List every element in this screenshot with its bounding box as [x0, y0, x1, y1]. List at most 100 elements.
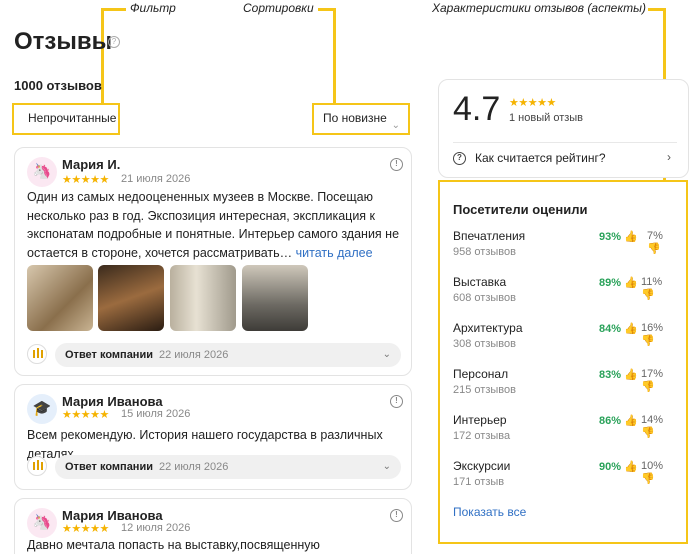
- rating-value: 4.7: [453, 90, 501, 128]
- review-text: Один из самых недооцененных музеев в Мос…: [27, 188, 407, 262]
- thumbs-up-icon: 👍: [624, 323, 638, 335]
- company-logo-icon: [27, 456, 47, 476]
- company-logo-icon: [27, 344, 47, 364]
- aspect-negative: 16%: [641, 322, 664, 334]
- review-stars: ★★★★★: [62, 523, 109, 535]
- avatar[interactable]: 🦄: [27, 157, 57, 187]
- aspect-count: 172 отзыва: [453, 430, 511, 442]
- aspect-count: 215 отзывов: [453, 384, 516, 396]
- question-circle-icon[interactable]: ?: [108, 36, 120, 48]
- chevron-right-icon: ›: [667, 150, 671, 164]
- info-icon[interactable]: !: [390, 509, 403, 522]
- thumbs-down-icon: 👎: [641, 289, 655, 301]
- aspect-negative: 7%: [647, 230, 663, 242]
- annotation-filter-line-h: [102, 8, 126, 11]
- new-reviews-count: 1 новый отзыв: [509, 112, 584, 124]
- thumbs-up-icon: 👍: [624, 231, 638, 243]
- review-date: 12 июля 2026: [121, 522, 191, 534]
- question-circle-icon: ?: [453, 152, 466, 165]
- reply-date: 22 июля 2026: [158, 461, 229, 473]
- thumbs-down-icon: 👎: [641, 427, 655, 439]
- how-rating-label: Как считается рейтинг?: [475, 151, 606, 165]
- divider: [453, 142, 677, 143]
- aspects-panel: Посетители оценили Впечатления 958 отзыв…: [438, 180, 688, 544]
- aspect-positive: 89%: [599, 277, 622, 289]
- rating-stars: ★★★★★: [509, 97, 556, 109]
- show-all-link[interactable]: Показать все: [453, 505, 526, 519]
- info-icon[interactable]: !: [390, 158, 403, 171]
- review-photo[interactable]: [242, 265, 308, 331]
- review-photo[interactable]: [170, 265, 236, 331]
- reply-date: 22 июля 2026: [158, 349, 229, 361]
- aspect-name: Интерьер: [453, 413, 507, 427]
- aspect-positive: 86%: [599, 415, 622, 427]
- rating-card: 4.7 ★★★★★ 1 новый отзыв ? Как считается …: [438, 79, 689, 178]
- review-date: 15 июля 2026: [121, 408, 191, 420]
- aspect-name: Впечатления: [453, 229, 526, 243]
- review-text: Давно мечтала попасть на выставку,посвящ…: [27, 538, 320, 552]
- annotation-aspects-label: Характеристики отзывов (аспекты): [432, 1, 646, 15]
- sort-dropdown[interactable]: По новизне ⌄: [312, 103, 410, 135]
- how-rating-calculated-link[interactable]: ? Как считается рейтинг? ›: [453, 150, 677, 168]
- aspect-count: 308 отзывов: [453, 338, 516, 350]
- reviews-count: 1000 отзывов: [14, 78, 102, 93]
- review-date: 21 июля 2026: [121, 173, 191, 185]
- avatar[interactable]: 🎓: [27, 394, 57, 424]
- aspects-title: Посетители оценили: [453, 202, 588, 217]
- review-stars: ★★★★★: [62, 174, 109, 186]
- aspect-row[interactable]: Экскурсии 171 отзыв 90% 👍 10% 👎: [453, 459, 675, 493]
- chevron-down-icon: ⌄: [382, 349, 391, 360]
- aspect-negative: 17%: [641, 368, 664, 380]
- company-reply-toggle[interactable]: Ответ компании 22 июля 2026 ⌄: [55, 343, 401, 367]
- page-title: Отзывы: [14, 28, 113, 55]
- thumbs-up-icon: 👍: [624, 461, 638, 473]
- aspect-row[interactable]: Выставка 608 отзывов 89% 👍 11% 👎: [453, 275, 675, 309]
- aspect-positive: 90%: [599, 461, 622, 473]
- graduation-cap-icon: 🎓: [32, 400, 52, 417]
- review-photo[interactable]: [98, 265, 164, 331]
- chevron-down-icon: ⌄: [391, 120, 400, 131]
- company-reply-toggle[interactable]: Ответ компании 22 июля 2026 ⌄: [55, 455, 401, 479]
- review-photo[interactable]: [27, 265, 93, 331]
- aspect-row[interactable]: Архитектура 308 отзывов 84% 👍 16% 👎: [453, 321, 675, 355]
- aspect-negative: 11%: [641, 276, 663, 288]
- filter-label: Непрочитанные: [28, 111, 117, 125]
- info-icon[interactable]: !: [390, 395, 403, 408]
- review-card: 🎓 Мария Иванова ★★★★★ 15 июля 2026 ! Все…: [14, 384, 412, 490]
- review-author[interactable]: Мария Иванова: [62, 394, 163, 409]
- aspect-name: Персонал: [453, 367, 509, 381]
- annotation-filter-label: Фильтр: [130, 1, 176, 15]
- review-author[interactable]: Мария Иванова: [62, 508, 163, 523]
- aspect-negative: 10%: [641, 460, 664, 472]
- thumbs-down-icon: 👎: [641, 335, 655, 347]
- aspect-row[interactable]: Интерьер 172 отзыва 86% 👍 14% 👎: [453, 413, 675, 447]
- aspect-name: Архитектура: [453, 321, 523, 335]
- aspect-count: 171 отзыв: [453, 476, 505, 488]
- aspect-row[interactable]: Персонал 215 отзывов 83% 👍 17% 👎: [453, 367, 675, 401]
- avatar[interactable]: 🦄: [27, 508, 57, 538]
- thumbs-down-icon: 👎: [641, 473, 655, 485]
- reply-label: Ответ компании: [65, 461, 153, 473]
- read-more-link[interactable]: читать далее: [296, 246, 373, 260]
- review-card: 🦄 Мария Иванова ★★★★★ 12 июля 2026 ! Дав…: [14, 498, 412, 554]
- chevron-down-icon: ⌄: [382, 461, 391, 472]
- aspect-row[interactable]: Впечатления 958 отзывов 93% 👍 7% 👎: [453, 229, 675, 263]
- thumbs-down-icon: 👎: [641, 381, 655, 393]
- aspect-negative: 14%: [641, 414, 664, 426]
- thumbs-up-icon: 👍: [624, 277, 638, 289]
- aspect-name: Выставка: [453, 275, 507, 289]
- aspect-name: Экскурсии: [453, 459, 511, 473]
- reply-label: Ответ компании: [65, 349, 153, 361]
- aspect-count: 608 отзывов: [453, 292, 516, 304]
- unicorn-icon: 🦄: [32, 163, 52, 180]
- aspect-count: 958 отзывов: [453, 246, 516, 258]
- unicorn-icon: 🦄: [32, 514, 52, 531]
- aspect-positive: 84%: [599, 323, 622, 335]
- thumbs-down-icon: 👎: [647, 243, 661, 255]
- filter-dropdown[interactable]: Непрочитанные: [12, 103, 120, 135]
- aspect-positive: 93%: [599, 231, 622, 243]
- thumbs-up-icon: 👍: [624, 415, 638, 427]
- annotation-sorting-line-v: [333, 8, 336, 104]
- sort-label: По новизне: [323, 111, 387, 125]
- review-author[interactable]: Мария И.: [62, 157, 120, 172]
